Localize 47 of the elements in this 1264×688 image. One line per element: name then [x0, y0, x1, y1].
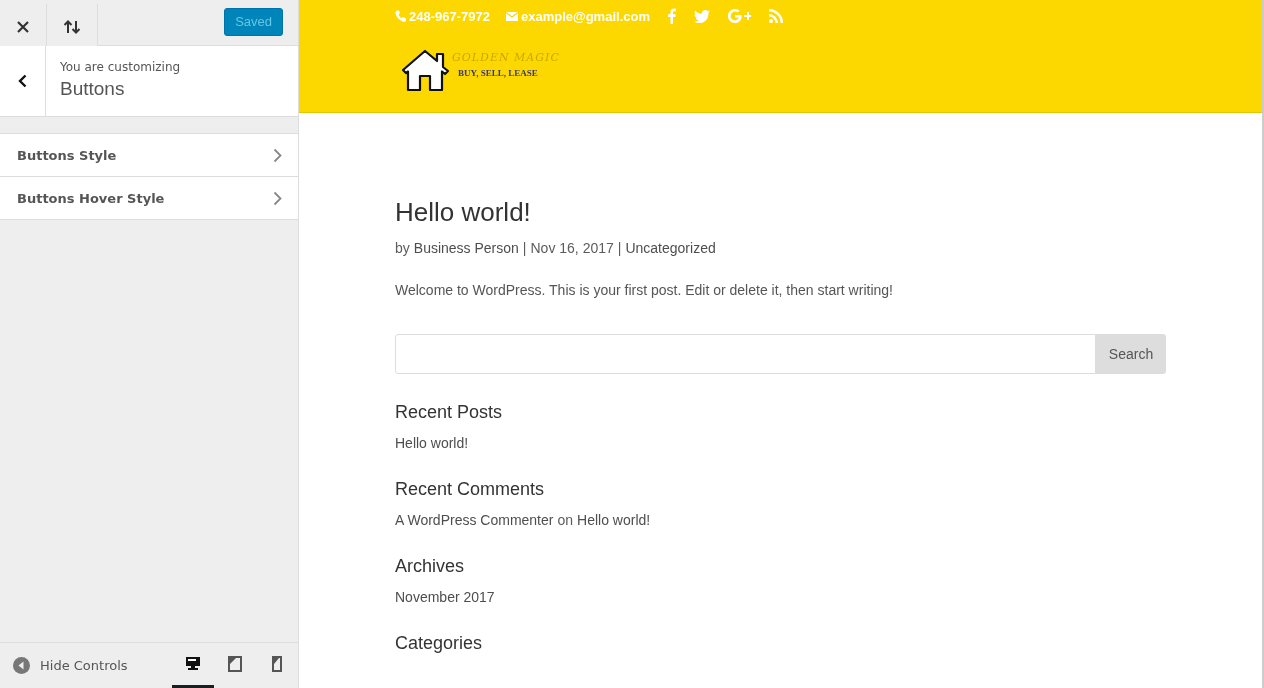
text-link[interactable]: A WordPress Commenter	[395, 512, 554, 528]
widget-title: Archives	[395, 556, 466, 577]
hide-controls-button[interactable]: Hide Controls	[0, 643, 172, 688]
social-link[interactable]	[728, 9, 751, 23]
customizing-label: You are customizing	[60, 60, 181, 74]
chevron-right-icon	[273, 147, 282, 163]
tablet-icon	[227, 656, 243, 672]
meta-text: |	[617, 240, 622, 256]
google-plus-icon	[728, 9, 751, 23]
widget-title: Categories	[395, 633, 484, 654]
rss-icon	[769, 9, 783, 23]
up-down-arrows-icon	[63, 19, 81, 34]
section-item[interactable]: Buttons Style	[0, 134, 298, 177]
text-link[interactable]: Hello world!	[577, 512, 651, 528]
close-icon	[17, 20, 29, 33]
social-link[interactable]	[668, 8, 676, 24]
collapse-icon	[13, 657, 30, 674]
text-link[interactable]: Hello world!	[395, 435, 469, 451]
chevron-right-icon	[273, 190, 282, 206]
chevron-left-icon	[18, 74, 27, 88]
social-link[interactable]	[769, 9, 783, 23]
phone-icon	[395, 10, 406, 22]
widget-title: Recent Posts	[395, 402, 504, 423]
text-link[interactable]: November 2017	[395, 589, 495, 605]
post-text: Welcome to WordPress. This is your first post. Edit or delete it, then start writing!	[395, 282, 894, 298]
section-item[interactable]: Buttons Hover Style	[0, 177, 298, 220]
logo-tagline: BUY, SELL, LEASE	[458, 68, 539, 78]
envelope-icon	[505, 11, 518, 21]
mobile-icon	[269, 656, 285, 672]
search-field[interactable]	[395, 334, 1096, 374]
meta-text: |	[522, 240, 527, 256]
search-button[interactable]: Search	[1096, 334, 1166, 374]
text-link[interactable]: Business Person	[413, 240, 519, 256]
social-link[interactable]	[694, 9, 710, 23]
widget-title: Recent Comments	[395, 479, 546, 500]
bird-icon	[694, 9, 710, 23]
desktop-icon	[185, 656, 201, 672]
meta-text: Nov 16, 2017	[530, 240, 614, 256]
reorder-button[interactable]	[47, 4, 98, 49]
close-button[interactable]	[0, 4, 47, 49]
house-icon	[400, 48, 450, 92]
facebook-icon	[668, 8, 676, 24]
post-title: Hello world!	[395, 197, 532, 228]
panel-title: Buttons	[60, 78, 126, 100]
meta-text: by	[395, 240, 410, 256]
text-link[interactable]: Uncategorized	[625, 240, 716, 256]
meta-text: on	[557, 512, 574, 528]
